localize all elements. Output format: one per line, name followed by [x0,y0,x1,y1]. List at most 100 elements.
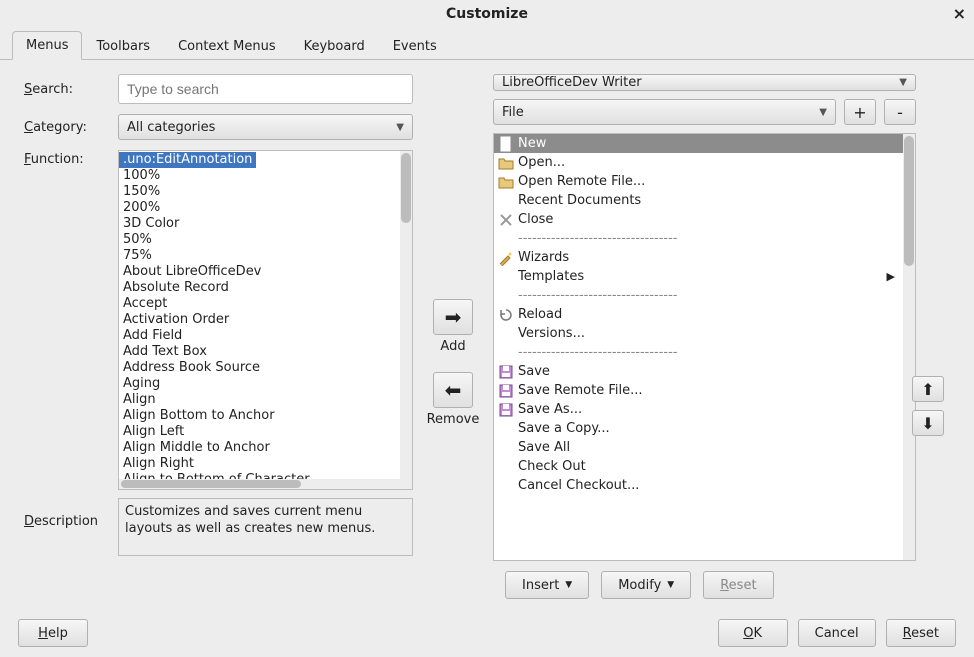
function-item[interactable]: 3D Color [119,216,412,232]
add-button[interactable]: ➡ [433,299,473,335]
cancel-button[interactable]: Cancel [798,619,876,647]
search-input[interactable] [118,74,413,104]
category-value: All categories [127,120,215,135]
help-button[interactable]: Help [18,619,88,647]
remove-button[interactable]: ⬅ [433,372,473,408]
menu-item[interactable]: Check Out [494,457,915,476]
function-list[interactable]: .uno:EditAnnotation100%150%200%3D Color5… [118,150,413,490]
ok-button[interactable]: OK [718,619,788,647]
arrow-down-icon: ⬇ [921,414,934,433]
menu-item[interactable]: Reload [494,305,915,324]
menu-combo[interactable]: File ▼ [493,99,836,125]
menu-item-label: Save [518,364,550,379]
function-item[interactable]: Aging [119,376,412,392]
menu-item[interactable]: Save All [494,438,915,457]
scrollbar-vertical[interactable] [400,151,412,489]
blank-icon [498,421,514,437]
function-item[interactable]: 200% [119,200,412,216]
menu-item[interactable]: Open... [494,153,915,172]
menu-item-label: Open... [518,155,565,170]
menu-item-label: Save As... [518,402,582,417]
scrollbar-vertical[interactable] [903,134,915,560]
scope-value: LibreOfficeDev Writer [502,75,642,90]
function-item[interactable]: .uno:EditAnnotation [119,152,256,168]
doc-new-icon [498,136,514,152]
footer-reset-button[interactable]: Reset [886,619,956,647]
titlebar: Customize × [0,0,974,28]
tab-context-menus[interactable]: Context Menus [164,32,290,60]
move-down-button[interactable]: ⬇ [912,410,944,436]
move-up-button[interactable]: ⬆ [912,376,944,402]
menu-item[interactable]: Open Remote File... [494,172,915,191]
function-item[interactable]: Add Text Box [119,344,412,360]
menu-items-tree[interactable]: New Open... Open Remote File... Recent Docu… [493,133,916,561]
menu-item[interactable]: Templates▶ [494,267,915,286]
add-menu-button[interactable]: + [844,99,876,125]
arrow-right-icon: ➡ [445,305,462,329]
tab-toolbars[interactable]: Toolbars [82,32,164,60]
tab-menus[interactable]: Menus [12,31,82,60]
menu-item[interactable]: Save As... [494,400,915,419]
remove-label: Remove [427,412,480,427]
menu-item[interactable]: New [494,134,915,153]
menu-item-label: Wizards [518,250,569,265]
tab-events[interactable]: Events [379,32,451,60]
menu-item[interactable]: Save a Copy... [494,419,915,438]
function-item[interactable]: 100% [119,168,412,184]
scrollbar-horizontal[interactable] [119,479,400,489]
save-remote-icon [498,383,514,399]
menu-item[interactable]: Close [494,210,915,229]
insert-button[interactable]: Insert ▼ [505,571,589,599]
chevron-down-icon: ▼ [565,580,572,590]
close-icon[interactable]: × [953,4,966,23]
menu-item[interactable]: Save Remote File... [494,381,915,400]
menu-item-label: Check Out [518,459,586,474]
close-x-icon [498,212,514,228]
category-combo[interactable]: All categories ▼ [118,114,413,140]
menu-item-label: Save a Copy... [518,421,610,436]
search-label: Search: [18,82,118,97]
function-item[interactable]: Align Middle to Anchor [119,440,412,456]
menu-item-label: Save All [518,440,570,455]
function-item[interactable]: 50% [119,232,412,248]
menu-item-label: Templates [518,269,584,284]
menu-separator[interactable]: ---------------------------------- [494,286,915,305]
function-item[interactable]: Accept [119,296,412,312]
function-item[interactable]: Address Book Source [119,360,412,376]
function-item[interactable]: Activation Order [119,312,412,328]
menu-item-label: Open Remote File... [518,174,645,189]
tab-keyboard[interactable]: Keyboard [290,32,379,60]
description-box: Customizes and saves current menu layout… [118,498,413,556]
function-item[interactable]: Align Left [119,424,412,440]
menu-value: File [502,105,524,120]
menu-item[interactable]: Wizards [494,248,915,267]
scope-combo[interactable]: LibreOfficeDev Writer ▼ [493,74,916,91]
function-item[interactable]: Align Right [119,456,412,472]
menu-item[interactable]: Versions... [494,324,915,343]
function-label: Function: [18,150,118,490]
menu-item[interactable]: Recent Documents [494,191,915,210]
function-item[interactable]: Align Bottom to Anchor [119,408,412,424]
chevron-down-icon: ▼ [667,580,674,590]
chevron-down-icon: ▼ [396,122,404,133]
menu-item[interactable]: Cancel Checkout... [494,476,915,495]
function-item[interactable]: About LibreOfficeDev [119,264,412,280]
reset-button[interactable]: Reset [703,571,773,599]
delete-menu-button[interactable]: - [884,99,916,125]
menu-item[interactable]: Save [494,362,915,381]
menu-item-label: Close [518,212,553,227]
chevron-down-icon: ▼ [819,107,827,118]
modify-button[interactable]: Modify ▼ [601,571,691,599]
function-item[interactable]: Align [119,392,412,408]
menu-separator[interactable]: ---------------------------------- [494,229,915,248]
function-item[interactable]: Add Field [119,328,412,344]
blank-icon [498,269,514,285]
blank-icon [498,478,514,494]
menu-separator[interactable]: ---------------------------------- [494,343,915,362]
arrow-up-icon: ⬆ [921,380,934,399]
function-item[interactable]: 75% [119,248,412,264]
function-item[interactable]: 150% [119,184,412,200]
blank-icon [498,459,514,475]
menu-item-label: Versions... [518,326,585,341]
function-item[interactable]: Absolute Record [119,280,412,296]
